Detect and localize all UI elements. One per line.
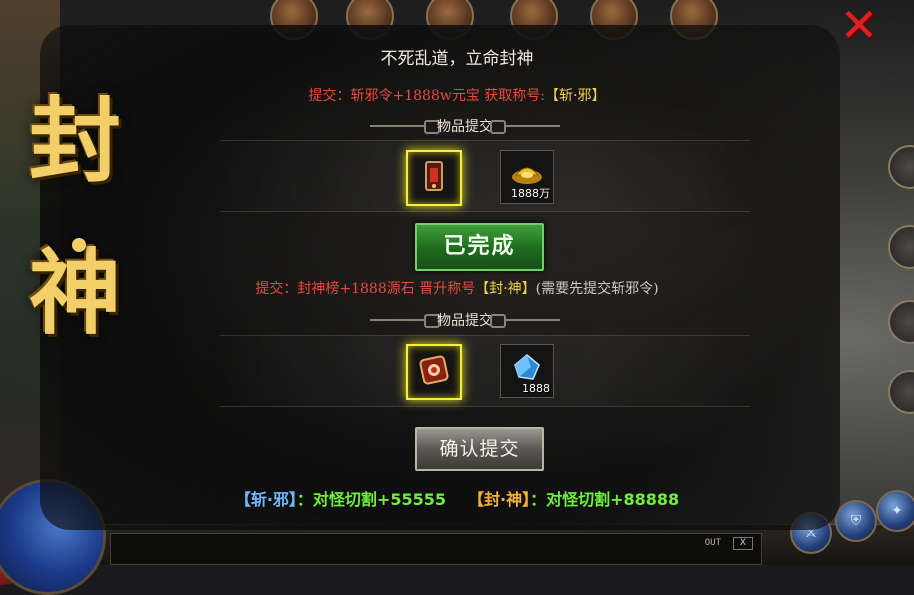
title-bonus-line: 【斩·邪】：对怪切割+55555 【封·神】：对怪切割+88888: [0, 486, 914, 510]
quest2-title-tag: 【封·神】: [475, 281, 536, 297]
quest2-requirement: 提交：封神榜+1888源石 晋升称号【封·神】(需要先提交斩邪令): [0, 278, 914, 298]
chat-out-button[interactable]: OUT: [705, 538, 721, 548]
quest1-section-divider: 物品提交: [370, 116, 560, 136]
chat-window[interactable]: OUT X: [110, 533, 762, 565]
fengshen-banner: 封 神: [15, 85, 135, 349]
quest1-item-count: 1888万: [511, 187, 550, 200]
deity-scroll-icon: [419, 355, 449, 385]
quest2-requirement-text: 提交：封神榜+1888源石 晋升称号: [255, 281, 476, 297]
quest1-requirement-text: 提交：斩邪令+1888w元宝 获取称号:: [308, 88, 546, 104]
bonus-tag-zhanxie: 【斩·邪】: [234, 490, 297, 509]
quest2-item-row: [220, 335, 750, 407]
bonus-tag-fengshen: 【封·神】: [468, 490, 531, 509]
quest2-prereq-note: (需要先提交斩邪令): [535, 281, 659, 297]
banner-separator-dot: [72, 238, 86, 252]
demon-token-icon: [425, 161, 443, 191]
close-icon[interactable]: ✕: [832, 2, 886, 48]
bonus-text-zhanxie: ：对怪切割+55555: [296, 490, 446, 509]
quest1-requirement: 提交：斩邪令+1888w元宝 获取称号:【斩·邪】: [0, 85, 914, 105]
bonus-text-fengshen: ：对怪切割+88888: [530, 490, 680, 509]
chat-close-button[interactable]: X: [733, 537, 753, 550]
quest2-section-divider: 物品提交: [370, 310, 560, 330]
confirm-submit-button[interactable]: 确认提交: [415, 427, 544, 471]
quest1-completed-badge: 已完成: [415, 223, 544, 271]
quest1-title-tag: 【斩·邪】: [545, 88, 606, 104]
quest2-item-slot-crystal[interactable]: 1888: [500, 344, 554, 398]
quest1-item-row: [220, 140, 750, 212]
panel-heading: 不死乱道，立命封神: [380, 49, 534, 69]
quest1-item-slot-gold[interactable]: 1888万: [500, 150, 554, 204]
quest2-item-slot-scroll[interactable]: [406, 344, 462, 400]
quest1-item-slot-token[interactable]: [406, 150, 462, 206]
quest2-item-count: 1888: [522, 382, 550, 395]
